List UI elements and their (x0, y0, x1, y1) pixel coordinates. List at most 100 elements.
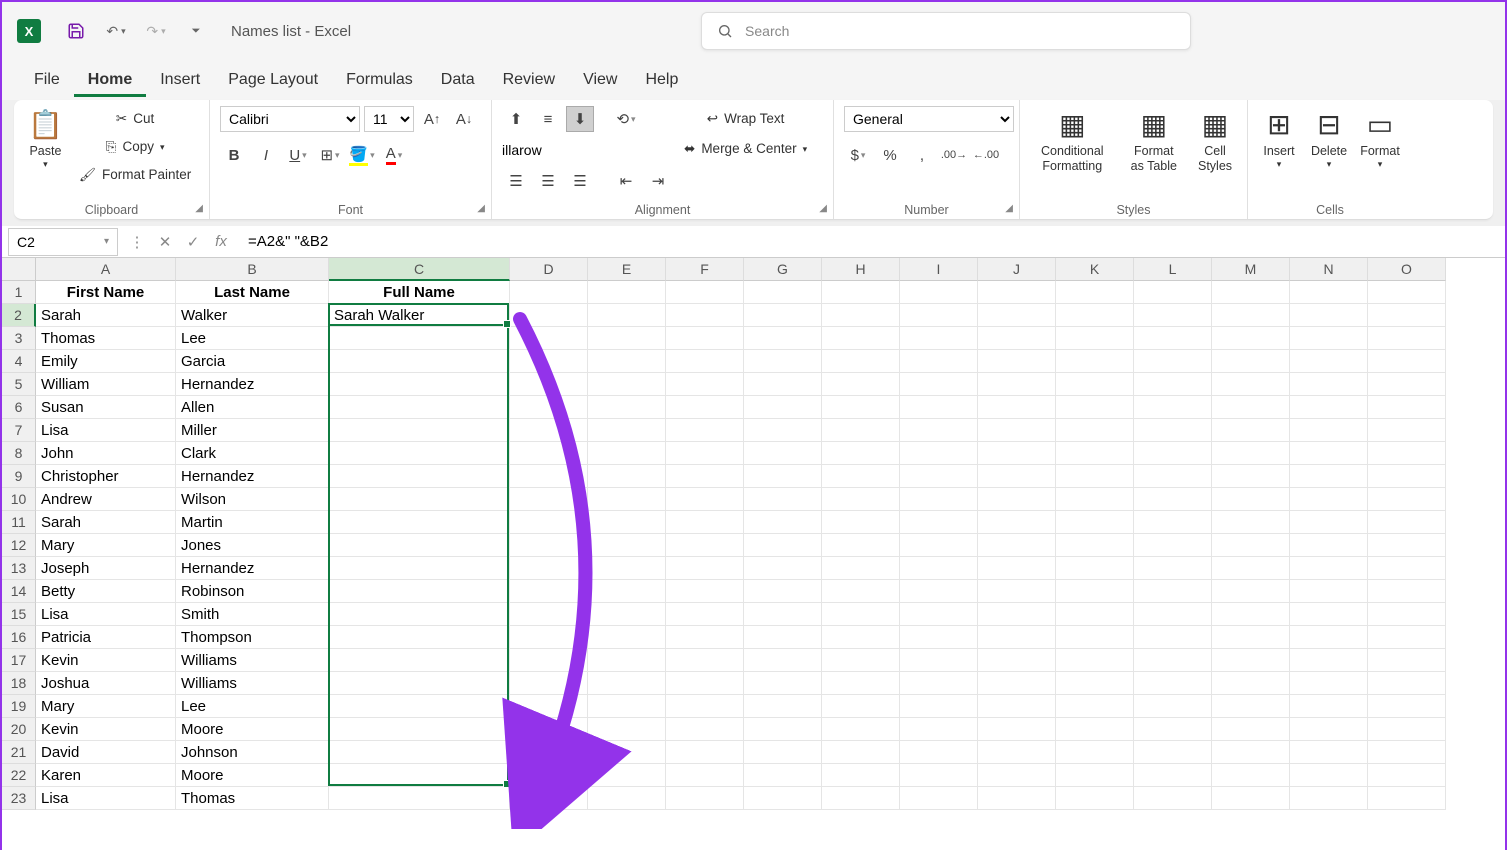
cell-B1[interactable]: Last Name (176, 281, 329, 304)
cell-H17[interactable] (822, 649, 900, 672)
cell-F3[interactable] (666, 327, 744, 350)
cell-B10[interactable]: Wilson (176, 488, 329, 511)
cell-E23[interactable] (588, 787, 666, 810)
cell-L14[interactable] (1134, 580, 1212, 603)
tab-page-layout[interactable]: Page Layout (214, 63, 332, 97)
cell-H20[interactable] (822, 718, 900, 741)
cell-G18[interactable] (744, 672, 822, 695)
cell-C10[interactable] (329, 488, 510, 511)
paste-button[interactable]: 📋 Paste ▾ (24, 106, 67, 171)
column-header-B[interactable]: B (176, 258, 329, 281)
cell-H14[interactable] (822, 580, 900, 603)
cell-E5[interactable] (588, 373, 666, 396)
decrease-indent-button[interactable]: ⇤ (612, 168, 640, 194)
cell-M21[interactable] (1212, 741, 1290, 764)
cell-N4[interactable] (1290, 350, 1368, 373)
cell-M8[interactable] (1212, 442, 1290, 465)
search-input[interactable]: Search (701, 12, 1191, 50)
accounting-format-button[interactable]: $ (844, 142, 872, 168)
cell-C22[interactable] (329, 764, 510, 787)
cell-N1[interactable] (1290, 281, 1368, 304)
cell-O19[interactable] (1368, 695, 1446, 718)
cell-H22[interactable] (822, 764, 900, 787)
row-header-16[interactable]: 16 (2, 626, 36, 649)
cell-E15[interactable] (588, 603, 666, 626)
cell-O22[interactable] (1368, 764, 1446, 787)
column-header-G[interactable]: G (744, 258, 822, 281)
merge-center-button[interactable]: ⬌Merge & Center ▾ (680, 138, 811, 160)
cell-L16[interactable] (1134, 626, 1212, 649)
cell-A11[interactable]: Sarah (36, 511, 176, 534)
cell-D4[interactable] (510, 350, 588, 373)
cell-D10[interactable] (510, 488, 588, 511)
cell-J20[interactable] (978, 718, 1056, 741)
cell-I2[interactable] (900, 304, 978, 327)
name-box[interactable]: C2▾ (8, 228, 118, 256)
cell-I5[interactable] (900, 373, 978, 396)
font-launcher[interactable]: ◢ (477, 203, 485, 214)
cell-L15[interactable] (1134, 603, 1212, 626)
cell-I6[interactable] (900, 396, 978, 419)
tab-file[interactable]: File (20, 63, 74, 97)
cell-O8[interactable] (1368, 442, 1446, 465)
cell-L10[interactable] (1134, 488, 1212, 511)
cell-B8[interactable]: Clark (176, 442, 329, 465)
cell-J22[interactable] (978, 764, 1056, 787)
cell-J19[interactable] (978, 695, 1056, 718)
cell-K17[interactable] (1056, 649, 1134, 672)
cell-A5[interactable]: William (36, 373, 176, 396)
cell-C6[interactable] (329, 396, 510, 419)
cell-J18[interactable] (978, 672, 1056, 695)
align-right-button[interactable]: ☰ (566, 168, 594, 194)
cell-K23[interactable] (1056, 787, 1134, 810)
column-header-F[interactable]: F (666, 258, 744, 281)
cell-M18[interactable] (1212, 672, 1290, 695)
cell-K14[interactable] (1056, 580, 1134, 603)
cell-J11[interactable] (978, 511, 1056, 534)
cell-E7[interactable] (588, 419, 666, 442)
row-header-23[interactable]: 23 (2, 787, 36, 810)
cell-L7[interactable] (1134, 419, 1212, 442)
column-header-H[interactable]: H (822, 258, 900, 281)
redo-button[interactable]: ↷ ▾ (141, 18, 171, 44)
cell-D20[interactable] (510, 718, 588, 741)
cell-D19[interactable] (510, 695, 588, 718)
cell-J13[interactable] (978, 557, 1056, 580)
cell-F16[interactable] (666, 626, 744, 649)
cell-K19[interactable] (1056, 695, 1134, 718)
row-header-14[interactable]: 14 (2, 580, 36, 603)
cell-C18[interactable] (329, 672, 510, 695)
cell-J1[interactable] (978, 281, 1056, 304)
cell-B13[interactable]: Hernandez (176, 557, 329, 580)
cell-F12[interactable] (666, 534, 744, 557)
cell-A19[interactable]: Mary (36, 695, 176, 718)
cell-B15[interactable]: Smith (176, 603, 329, 626)
row-header-17[interactable]: 17 (2, 649, 36, 672)
cell-G7[interactable] (744, 419, 822, 442)
tab-review[interactable]: Review (489, 63, 569, 97)
column-header-A[interactable]: A (36, 258, 176, 281)
cell-N17[interactable] (1290, 649, 1368, 672)
cell-E20[interactable] (588, 718, 666, 741)
cell-A18[interactable]: Joshua (36, 672, 176, 695)
cell-H21[interactable] (822, 741, 900, 764)
cell-B21[interactable]: Johnson (176, 741, 329, 764)
cell-M2[interactable] (1212, 304, 1290, 327)
cell-A4[interactable]: Emily (36, 350, 176, 373)
cell-H11[interactable] (822, 511, 900, 534)
cell-B18[interactable]: Williams (176, 672, 329, 695)
save-button[interactable] (61, 18, 91, 44)
cell-I1[interactable] (900, 281, 978, 304)
cell-D8[interactable] (510, 442, 588, 465)
cell-D9[interactable] (510, 465, 588, 488)
row-header-7[interactable]: 7 (2, 419, 36, 442)
cell-L6[interactable] (1134, 396, 1212, 419)
column-header-K[interactable]: K (1056, 258, 1134, 281)
cell-A9[interactable]: Christopher (36, 465, 176, 488)
cell-M6[interactable] (1212, 396, 1290, 419)
cell-B22[interactable]: Moore (176, 764, 329, 787)
cell-I22[interactable] (900, 764, 978, 787)
cell-B20[interactable]: Moore (176, 718, 329, 741)
cell-M12[interactable] (1212, 534, 1290, 557)
cell-J21[interactable] (978, 741, 1056, 764)
